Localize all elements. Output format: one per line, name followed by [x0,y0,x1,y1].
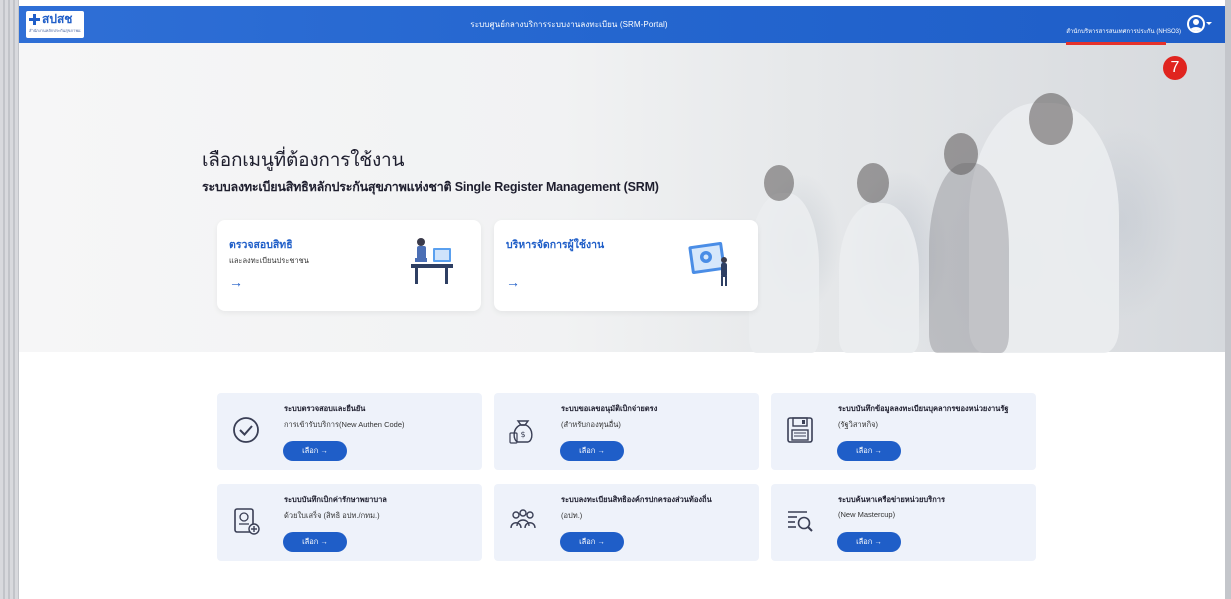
check-circle-icon [233,417,259,443]
user-settings-icon [688,242,727,286]
user-avatar-icon[interactable] [1187,15,1205,33]
service-card-service-network-search[interactable]: ระบบค้นหาเครือข่ายหน่วยบริการ (New Maste… [771,484,1036,561]
select-button[interactable]: เลือก → [283,441,347,461]
page-subtitle: ระบบลงทะเบียนสิทธิหลักประกันสุขภาพแห่งชา… [202,180,659,194]
select-button[interactable]: เลือก → [560,441,624,461]
card-check-rights[interactable]: ตรวจสอบสิทธิ และลงทะเบียนประชาชน → [217,220,481,311]
background-person-head [764,165,794,201]
service-title: ระบบค้นหาเครือข่ายหน่วยบริการ [838,495,945,504]
select-button[interactable]: เลือก → [837,441,901,461]
top-bar: สปสช สำนักงานหลักประกันสุขภาพแห่งชาติ ระ… [19,6,1225,43]
svg-text:$: $ [520,430,525,439]
org-name-underline [1066,42,1166,45]
service-card-state-personnel[interactable]: ระบบบันทึกข้อมูลลงทะเบียนบุคลากรของหน่วย… [771,393,1036,470]
service-title: ระบบบันทึกข้อมูลลงทะเบียนบุคลากรของหน่วย… [838,404,1009,413]
select-button[interactable]: เลือก → [837,532,901,552]
chevron-down-icon[interactable] [1206,22,1212,25]
select-button[interactable]: เลือก → [560,532,624,552]
service-title: ระบบลงทะเบียนสิทธิองค์กรปกครองส่วนท้องถิ… [561,495,712,504]
background-person [929,163,1009,353]
card-user-management[interactable]: บริหารจัดการผู้ใช้งาน → [494,220,758,311]
service-title: ระบบตรวจสอบและยืนยัน [284,404,366,413]
service-card-medical-reimbursement[interactable]: ระบบบันทึกเบิกค่ารักษาพยาบาล ด้วยใบเสร็จ… [217,484,482,561]
select-button[interactable]: เลือก → [283,532,347,552]
org-name-link[interactable]: สำนักบริหารสารสนเทศการประกัน (NHSO3) [1066,26,1181,36]
service-title: ระบบขอเลขอนุมัติเบิกจ่ายตรง [561,404,658,413]
arrow-right-icon[interactable]: → [506,274,520,290]
service-card-approval-number[interactable]: $ ระบบขอเลขอนุมัติเบิกจ่ายตรง (สำหรับกอง… [494,393,759,470]
people-group-icon [510,509,536,529]
service-title: ระบบบันทึกเบิกค่ารักษาพยาบาล [284,495,387,504]
service-subtitle: (รัฐวิสาหกิจ) [838,420,879,429]
money-bag-icon: $ [509,420,533,444]
floppy-disk-icon [787,417,813,443]
service-subtitle: (อปท.) [561,511,583,520]
window-frame-left [0,0,19,599]
arrow-right-icon[interactable]: → [229,274,243,290]
background-person-head [857,163,889,203]
service-card-local-govt-registration[interactable]: ระบบลงทะเบียนสิทธิองค์กรปกครองส่วนท้องถิ… [494,484,759,561]
service-card-authen-code[interactable]: ระบบตรวจสอบและยืนยัน การเข้ารับบริการ(Ne… [217,393,482,470]
card-title: บริหารจัดการผู้ใช้งาน [506,239,605,251]
service-subtitle: การเข้ารับบริการ(New Authen Code) [284,420,405,429]
hero-banner: เลือกเมนูที่ต้องการใช้งาน ระบบลงทะเบียนส… [19,43,1225,353]
window-frame-right [1225,0,1231,599]
background-person [839,203,919,353]
background-person-head [1029,93,1073,145]
search-list-icon [788,511,813,532]
app-title: ระบบศูนย์กลางบริการระบบงานลงทะเบียน (SRM… [470,20,668,29]
step-number-badge: 7 [1163,56,1187,80]
page-title: เลือกเมนูที่ต้องการใช้งาน [202,150,405,171]
background-person [749,193,819,353]
card-subtitle: และลงทะเบียนประชาชน [229,256,309,265]
receipt-add-icon [234,508,260,535]
page: สปสช สำนักงานหลักประกันสุขภาพแห่งชาติ ระ… [19,0,1225,599]
service-subtitle: (New Mastercup) [838,510,896,519]
service-subtitle: ด้วยใบเสร็จ (สิทธิ อปท./กทม.) [284,511,380,520]
service-subtitle: (สำหรับกองทุนอื่น) [561,420,621,429]
person-at-desk-icon [411,238,453,284]
card-title: ตรวจสอบสิทธิ [229,239,293,251]
background-person-head [944,133,978,175]
